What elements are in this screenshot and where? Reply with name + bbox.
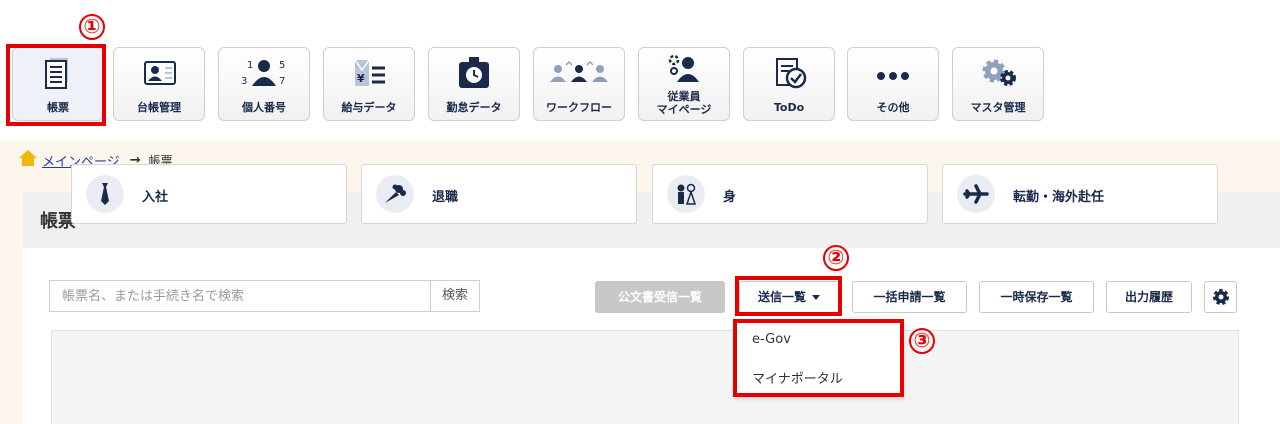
chohyo-panel: 帳票 検索 公文書受信一覧 送信一覧 一括申請一覧 一時保存一覧 出力履歴 [23,192,1280,424]
category-nyusha-card[interactable]: 入社 [71,164,347,224]
toolbar-label: 台帳管理 [137,101,181,114]
toolbar-sonota-button[interactable]: その他 [847,47,939,121]
employee-mypage-icon [639,52,729,86]
official-docs-received-button[interactable]: 公文書受信一覧 [595,281,725,313]
home-icon [18,149,38,171]
toolbar-kojin-bango-button[interactable]: 1 3 5 7 個人番号 [218,47,310,121]
category-label: 入社 [142,190,169,205]
salary-data-icon: ¥ [324,56,414,90]
category-label: 身 [723,190,737,205]
settings-button[interactable] [1204,281,1237,313]
toolbar-label: マスタ管理 [970,101,1026,114]
toolbar-label: 給与データ [341,101,397,114]
category-area [51,330,1239,424]
necktie-icon [86,175,124,213]
document-list-icon [13,56,103,90]
step3-marker: ③ [909,328,935,354]
bulk-applications-button[interactable]: 一括申請一覧 [852,281,967,313]
todo-check-icon [744,56,834,90]
toolbar-todo-button[interactable]: ToDo [743,47,835,121]
toolbar-employee-mypage-button[interactable]: 従業員 マイページ [638,47,730,121]
category-tenkin-card[interactable]: 転勤・海外赴任 [942,164,1218,224]
toolbar-label: 勤怠データ [446,101,502,114]
top-toolbar: 帳票 台帳管理 1 3 5 7 個人番号 ¥ 給与データ 勤怠データ ワークフロ… [0,0,1280,140]
bouquet-icon [376,175,414,213]
couple-icon [667,175,705,213]
toolbar-chohyo-button[interactable]: 帳票 [12,47,104,121]
gear-icon [1211,289,1231,310]
step1-marker: ① [79,14,105,40]
toolbar-label: ワークフロー [546,101,612,114]
more-dots-icon [848,56,938,90]
id-card-icon [114,56,204,90]
search-button[interactable]: 検索 [430,280,480,312]
svg-text:7: 7 [279,76,285,87]
search-input[interactable] [49,280,431,312]
chevron-down-icon [812,295,820,300]
sent-list-dropdown-button[interactable]: 送信一覧 [739,281,839,313]
category-label: 退職 [432,190,459,205]
output-history-button[interactable]: 出力履歴 [1106,281,1192,313]
toolbar-kyuyo-data-button[interactable]: ¥ 給与データ [323,47,415,121]
sent-list-label: 送信一覧 [757,290,806,304]
category-taishoku-card[interactable]: 退職 [361,164,637,224]
airplane-icon [957,175,995,213]
svg-text:3: 3 [241,76,247,87]
svg-text:5: 5 [279,60,285,71]
category-label: 転勤・海外赴任 [1013,190,1105,205]
dropdown-item-egov[interactable]: e-Gov [752,332,791,347]
svg-text:1: 1 [247,60,253,71]
timecard-icon [429,56,519,90]
toolbar-label: 従業員 マイページ [656,90,712,116]
category-marriage-card[interactable]: 身 [652,164,928,224]
workflow-people-icon [534,56,624,90]
temp-saved-button[interactable]: 一時保存一覧 [979,281,1094,313]
step2-marker: ② [823,245,849,271]
toolbar-label: 帳票 [47,101,69,114]
toolbar-label: その他 [876,101,910,114]
sent-list-dropdown-menu: e-Gov マイナポータル [735,321,904,397]
dropdown-item-mynaportal[interactable]: マイナポータル [752,368,843,387]
gears-icon [953,56,1043,90]
toolbar-workflow-button[interactable]: ワークフロー [533,47,625,121]
svg-text:¥: ¥ [357,72,365,85]
toolbar-daicho-button[interactable]: 台帳管理 [113,47,205,121]
toolbar-label: ToDo [773,101,805,114]
toolbar-master-button[interactable]: マスタ管理 [952,47,1044,121]
toolbar-label: 個人番号 [242,101,286,114]
toolbar-kintai-data-button[interactable]: 勤怠データ [428,47,520,121]
person-number-icon: 1 3 5 7 [219,56,309,90]
